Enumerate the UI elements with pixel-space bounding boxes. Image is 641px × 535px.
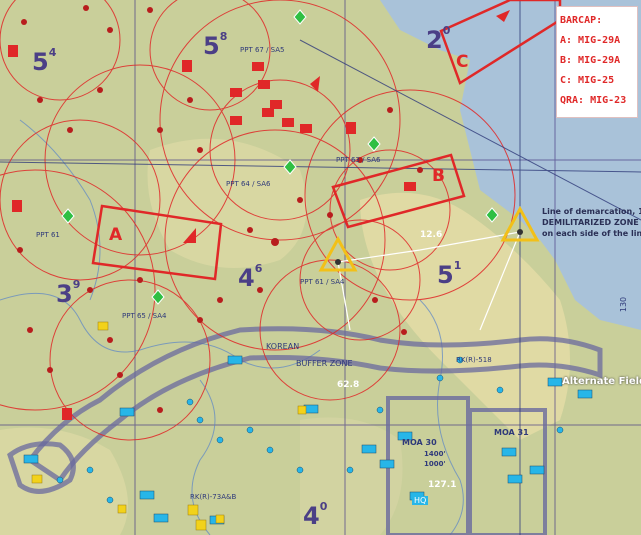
elevation-label: 62.8 [337, 380, 360, 390]
grid-number: 58 [203, 30, 228, 60]
elevation-label: 12.6 [420, 230, 443, 240]
legend-entry-c: C: MIG-25 [560, 75, 615, 86]
legend-entry-b: B: MIG-29A [560, 55, 621, 66]
moa-30-label: MOA 30 [402, 438, 437, 447]
ppt-label: PPT 67 / SA5 [240, 46, 285, 54]
restricted-area-label: RK(R)-73A&B [190, 493, 237, 501]
dmz-notice: Line of demarcation, 1 DEMILITARIZED ZON… [542, 206, 641, 239]
ppt-label: PPT 61 / SA4 [300, 278, 345, 286]
grid-number: 20 [426, 24, 451, 54]
grid-number: 51 [437, 259, 462, 289]
longitude-label: 130 [619, 296, 629, 313]
frequency-label: 127.1 [428, 480, 457, 490]
dmz-notice-line: Line of demarcation, 1 [542, 207, 641, 216]
hq-label: HQ [412, 496, 429, 505]
dmz-notice-line: DEMILITARIZED ZONE ex [542, 218, 641, 227]
moa-31-label: MOA 31 [494, 428, 529, 437]
ppt-label: PPT 64 / SA6 [226, 180, 271, 188]
ppt-label: PPT 61 [36, 231, 60, 239]
ppt-label: PPT 65 / SA4 [122, 312, 167, 320]
tactical-map[interactable] [0, 0, 641, 535]
restricted-area-label: RK(R)-518 [456, 356, 492, 364]
moa-30-altitude: 1400' [424, 450, 446, 458]
buffer-zone-label-top: KOREAN [266, 342, 300, 351]
alternate-field-label: Alternate Field [562, 376, 641, 387]
legend-title: BARCAP: [560, 15, 603, 26]
cap-zone-c-label: C [456, 52, 469, 72]
legend-entry-qra: QRA: MIG-23 [560, 95, 627, 106]
grid-number: 39 [56, 278, 81, 308]
moa-30-altitude: 1000' [424, 460, 446, 468]
grid-number: 40 [303, 500, 328, 530]
grid-number: 54 [32, 46, 57, 76]
legend-entry-a: A: MIG-29A [560, 35, 621, 46]
dmz-notice-line: on each side of the lin [542, 229, 641, 238]
buffer-zone-label-bottom: BUFFER ZONE [296, 359, 353, 368]
cap-zone-a-label: A [109, 225, 123, 245]
grid-number: 46 [238, 262, 263, 292]
barcap-legend: BARCAP: A: MIG-29A B: MIG-29A C: MIG-25 … [556, 6, 638, 118]
ppt-label: PPT 63 / SA6 [336, 156, 381, 164]
cap-zone-b-label: B [432, 166, 445, 186]
